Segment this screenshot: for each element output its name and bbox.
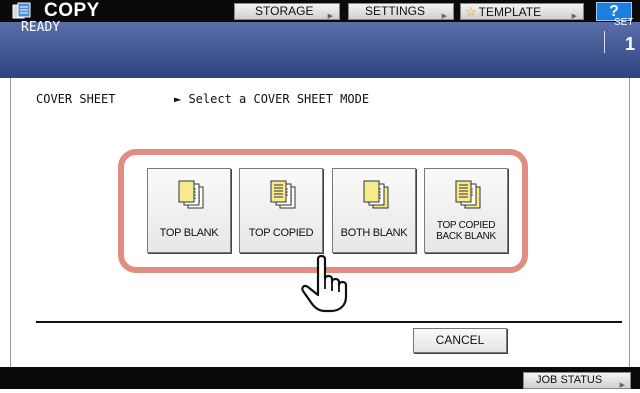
top-copied-back-blank-label: TOP COPIED BACK BLANK — [427, 220, 505, 242]
storage-button[interactable]: STORAGE ▶ — [234, 3, 340, 20]
set-divider — [604, 31, 605, 53]
instruction-text: ► Select a COVER SHEET MODE — [174, 92, 370, 106]
cancel-button[interactable]: CANCEL — [413, 328, 507, 353]
set-count: 1 — [625, 34, 636, 54]
template-button[interactable]: ☆ TEMPLATE ▶ — [460, 3, 584, 20]
top-blank-pages-icon — [178, 180, 204, 209]
copy-app-icon — [12, 2, 31, 19]
both-blank-label: BOTH BLANK — [340, 227, 408, 239]
top-copied-pages-icon — [270, 180, 296, 209]
top-copied-back-blank-button[interactable]: TOP COPIED BACK BLANK — [424, 168, 508, 253]
divider — [36, 321, 622, 323]
top-blank-button[interactable]: TOP BLANK — [147, 168, 231, 253]
job-status-label: JOB STATUS — [536, 374, 603, 386]
app-title: COPY — [44, 0, 100, 21]
top-copied-button[interactable]: TOP COPIED — [239, 168, 323, 253]
arrow-right-icon: ▶ — [619, 382, 625, 389]
top-copied-label: TOP COPIED — [248, 227, 314, 239]
top-copied-back-blank-label-line1: TOP COPIED — [436, 220, 496, 231]
star-icon: ☆ — [465, 4, 477, 19]
status-text: READY — [21, 20, 61, 35]
job-status-button[interactable]: JOB STATUS ▶ — [523, 372, 631, 389]
top-copied-back-blank-label-line2: BACK BLANK — [436, 231, 496, 242]
set-label: SET — [614, 17, 634, 28]
storage-button-label: STORAGE — [255, 4, 314, 18]
settings-button[interactable]: SETTINGS ▶ — [348, 3, 454, 20]
pointing-hand-icon — [301, 254, 348, 313]
status-bar — [0, 22, 640, 78]
template-button-label: TEMPLATE — [478, 5, 542, 19]
settings-button-label: SETTINGS — [365, 4, 426, 18]
top-blank-label: TOP BLANK — [159, 227, 219, 239]
both-blank-pages-icon — [363, 180, 389, 209]
both-blank-button[interactable]: BOTH BLANK — [332, 168, 416, 253]
top-copied-back-blank-pages-icon — [455, 180, 481, 209]
section-label: COVER SHEET — [36, 92, 116, 106]
